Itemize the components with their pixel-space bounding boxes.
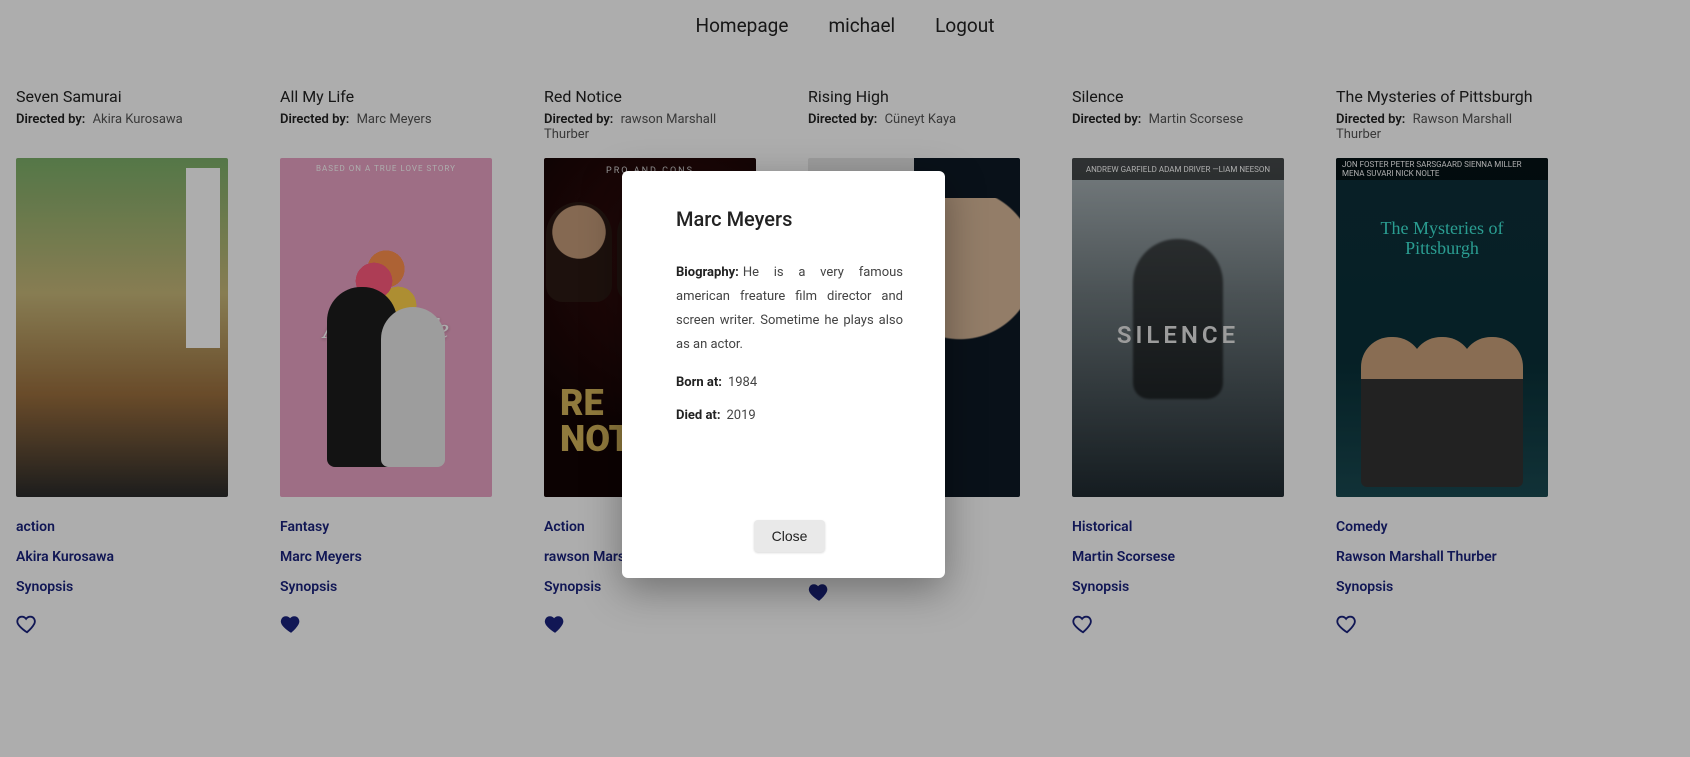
modal-biography: Biography:He is a very famous american f… [676, 261, 903, 357]
director-modal: Marc Meyers Biography:He is a very famou… [622, 171, 945, 578]
bio-label: Biography: [676, 265, 739, 280]
close-button[interactable]: Close [754, 520, 826, 552]
modal-title: Marc Meyers [676, 207, 903, 231]
modal-born-row: Born at: 1984 [676, 375, 903, 390]
died-label: Died at: [676, 408, 720, 423]
died-value: 2019 [726, 408, 755, 423]
modal-died-row: Died at: 2019 [676, 408, 903, 423]
born-label: Born at: [676, 375, 722, 390]
born-value: 1984 [728, 375, 757, 390]
